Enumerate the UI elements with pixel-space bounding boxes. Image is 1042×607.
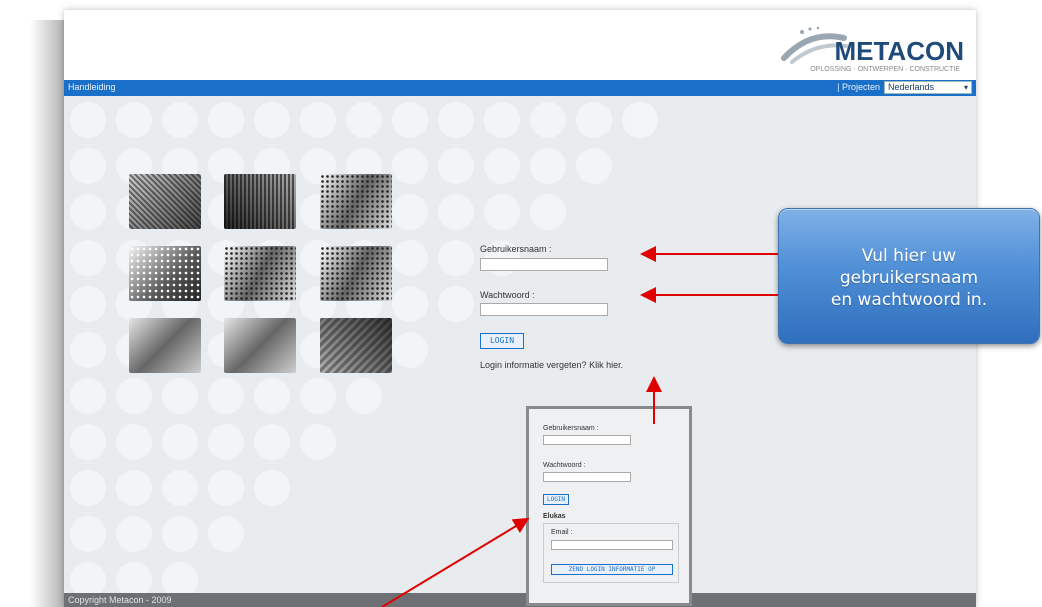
forgot-login-inset: Gebruikersnaam : Wachtwoord : LOGIN Eluk… [526,406,692,606]
username-label: Gebruikersnaam : [480,244,552,254]
inset-username-input[interactable] [543,435,631,445]
inset-password-input[interactable] [543,472,631,482]
password-input[interactable] [480,303,608,316]
send-login-info-button[interactable]: ZEND LOGIN INFORMATIE OP [551,564,673,575]
footer: Copyright Metacon - 2009 [64,593,976,607]
forgot-login-link[interactable]: Login informatie vergeten? Klik hier. [480,360,623,370]
main-content: Gebruikersnaam : Wachtwoord : LOGIN Logi… [64,96,976,593]
metacon-logo: METACON OPLOSSING · ONTWERPEN · CONSTRUC… [774,24,964,74]
language-selected: Nederlands [888,82,935,92]
copyright-text: Copyright Metacon - 2009 [68,595,172,605]
metal-sample-image [224,246,296,301]
metal-sample-image [129,174,201,229]
projects-link[interactable]: | Projecten [837,82,880,92]
callout-text: Vul hier uw gebruikersnaam en wachtwoord… [830,246,988,310]
help-link[interactable]: Handleiding [68,82,116,92]
password-label: Wachtwoord : [480,290,535,300]
username-input[interactable] [480,258,608,271]
metal-sample-image [320,318,392,373]
metal-sample-image [320,246,392,301]
inset-content: Gebruikersnaam : Wachtwoord : LOGIN Eluk… [529,409,689,603]
chevron-down-icon: ▾ [963,83,968,92]
metal-sample-image [320,174,392,229]
inset-section-title: Elukas [543,513,566,520]
inset-login-button[interactable]: LOGIN [543,494,569,505]
metal-sample-image [224,318,296,373]
inset-username-label: Gebruikersnaam : [543,425,599,432]
header: METACON OPLOSSING · ONTWERPEN · CONSTRUC… [64,10,976,78]
login-button[interactable]: LOGIN [480,333,524,349]
metal-sample-image [224,174,296,229]
instruction-callout: Vul hier uw gebruikersnaam en wachtwoord… [778,208,1040,344]
metal-sample-image [129,318,201,373]
brand-tagline: OPLOSSING · ONTWERPEN · CONSTRUCTIE [810,66,960,73]
inset-password-label: Wachtwoord : [543,462,586,469]
inset-email-label: Email : [551,529,573,536]
inset-email-input[interactable] [551,540,673,550]
brand-name: METACON [834,36,964,66]
top-navbar: Handleiding | Projecten Nederlands ▾ [64,80,976,96]
metal-sample-image [129,246,201,301]
language-select[interactable]: Nederlands ▾ [884,81,972,94]
